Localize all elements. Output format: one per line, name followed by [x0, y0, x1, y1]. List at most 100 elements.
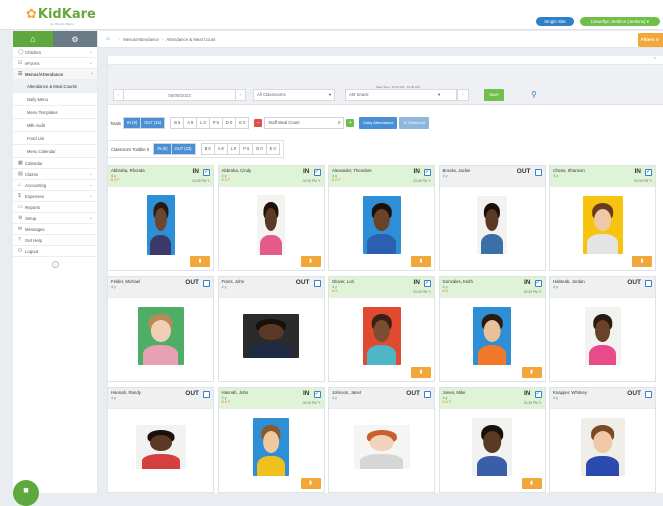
meal-count-button[interactable]: ▮ [411, 367, 431, 378]
home-breadcrumb-icon[interactable]: ⌂ [106, 36, 110, 42]
child-card[interactable]: Habteab, Jordan 4 y OUT [549, 276, 656, 382]
edit-pencil-icon[interactable]: ✎ [207, 179, 210, 183]
meal-code-button[interactable]: D 0 [223, 118, 237, 128]
home-button[interactable]: ⌂ [13, 31, 53, 47]
meal-code-button[interactable]: E 0 [267, 144, 279, 154]
attendance-checkbox[interactable]: ✓ [424, 280, 431, 287]
attendance-checkbox[interactable]: ✓ [424, 169, 431, 176]
meal-code-button[interactable]: L 0 [197, 118, 210, 128]
sidebar-subitem-milk-audit[interactable]: Milk Audit [13, 119, 97, 132]
attendance-checkbox[interactable]: ✓ [534, 391, 542, 398]
date-value[interactable]: 06/08/2023 [124, 93, 235, 98]
meal-count-button[interactable]: ▮ [521, 478, 542, 489]
collapse-sidebar-icon[interactable]: ‹ [51, 261, 59, 268]
single-site-button[interactable]: Single Site [536, 17, 574, 26]
sidebar-subitem-food-list[interactable]: Food List [13, 132, 97, 145]
edit-pencil-icon[interactable]: ✎ [318, 401, 321, 405]
child-card[interactable]: Brooks, Jackie 4 y OUT [438, 165, 546, 271]
attendance-checkbox[interactable] [645, 391, 652, 398]
sidebar-item-messages[interactable]: ✉ Messages [13, 224, 97, 235]
attendance-checkbox[interactable]: ✓ [645, 169, 652, 176]
classroom-select[interactable]: All Classrooms ▾ [253, 89, 335, 101]
settings-button[interactable]: ⚙ [53, 31, 97, 47]
meal-code-button[interactable]: L 0 [228, 144, 241, 154]
child-card[interactable]: Glover, Lori 4 yB A IN ✓ 03:35 PM ✎ ▮ [328, 276, 435, 382]
date-picker[interactable]: ‹ 06/08/2023 › [113, 89, 246, 101]
totals-out-button[interactable]: OUT (15) [141, 118, 165, 128]
plus-button[interactable]: + [346, 119, 355, 127]
next-meal-icon[interactable]: › [457, 89, 469, 101]
breadcrumb-item-menus[interactable]: Menus/Attendance [123, 37, 159, 42]
edit-pencil-icon[interactable]: ✎ [539, 401, 542, 405]
child-card[interactable]: Felder, Michael 4 y OUT [107, 276, 214, 382]
sidebar-item-expenses[interactable]: $ Expenses ⌄ [13, 191, 97, 202]
meal-code-button[interactable]: E 0 [236, 118, 248, 128]
sidebar-item-children[interactable]: ◯ Children ⌄ [13, 47, 97, 58]
minus-button[interactable]: − [254, 119, 263, 127]
user-menu-button[interactable]: Llewellyn Jenkins (Jenkins) ▾ [580, 17, 660, 26]
prev-date-icon[interactable]: ‹ [114, 90, 124, 100]
edit-pencil-icon[interactable]: ✎ [539, 290, 542, 294]
edit-pencil-icon[interactable]: ✎ [428, 290, 431, 294]
child-card[interactable]: Abbraha, Rhonda 4 yB A P IN ✓ 03:35 PM ✎ ▮ [107, 165, 214, 271]
sidebar-subitem-menu-templates[interactable]: Menu Templates [13, 106, 97, 119]
sidebar-item-claims[interactable]: ▤ Claims ⌄ [13, 169, 97, 180]
meal-code-button[interactable]: P 6 [210, 118, 223, 128]
daily-attendance-button[interactable]: Daily Attendance [359, 117, 398, 129]
sidebar-subitem-daily-menu[interactable]: Daily Menu [13, 93, 97, 106]
sidebar-item-calendar[interactable]: ▦ Calendar [13, 158, 97, 169]
meal-code-button[interactable]: B 5 [171, 118, 185, 128]
attendance-checkbox[interactable]: ✓ [203, 169, 210, 176]
meal-count-button[interactable]: ▮ [521, 367, 542, 378]
child-card[interactable]: Alexander, Theodore 4 yB A P IN ✓ 03:35 PM ✎… [328, 165, 435, 271]
meal-count-button[interactable]: ▮ [190, 256, 210, 267]
child-card[interactable]: Chess, Shannon 4 y IN ✓ 03:35 PM ✎ ▮ [549, 165, 656, 271]
child-card[interactable]: Hannah, John 4 yB A P IN ✓ 03:35 PM ✎ ▮ [217, 387, 325, 493]
meal-code-button[interactable]: D 0 [253, 144, 267, 154]
classroom-out-button[interactable]: OUT (23) [171, 144, 195, 154]
search-icon[interactable]: ⚲ [531, 90, 537, 99]
staff-meal-count-field[interactable]: Staff Meal Count 0 [264, 117, 345, 129]
attendance-checkbox[interactable]: ✓ [313, 391, 321, 398]
attendance-checkbox[interactable] [424, 391, 431, 398]
sidebar-item-accounting[interactable]: ⌂ Accounting ⌄ [13, 180, 97, 191]
meal-code-button[interactable]: P 6 [240, 144, 254, 154]
totals-in-button[interactable]: IN (8) [123, 118, 142, 128]
edit-pencil-icon[interactable]: ✎ [428, 179, 431, 183]
attendance-checkbox[interactable] [203, 280, 210, 287]
sidebar-item-menus-attendance[interactable]: ☰ Menus/Attendance › [13, 69, 97, 80]
meal-select[interactable]: AM Snack ▾ [345, 89, 457, 101]
attendance-checkbox[interactable] [313, 280, 321, 287]
meal-count-button[interactable]: ▮ [411, 256, 431, 267]
meal-code-button[interactable]: A 8 [184, 118, 198, 128]
meal-count-button[interactable]: ▮ [300, 478, 321, 489]
edit-pencil-icon[interactable]: ✎ [649, 179, 652, 183]
kidkare-logo[interactable]: ✿ KidKare by Minute Menu [26, 7, 96, 26]
child-card[interactable]: Gonzales, Keith 4 yB A IN ✓ 03:35 PM ✎ ▮ [438, 276, 546, 382]
child-card[interactable]: Johnson, Janet 4 y OUT [328, 387, 435, 493]
edit-pencil-icon[interactable]: ✎ [318, 179, 321, 183]
select-all-button[interactable]: ☑ Select All [399, 117, 429, 129]
attendance-checkbox[interactable] [645, 280, 652, 287]
child-card[interactable]: Jones, Mike 4 yB A P IN ✓ 03:35 PM ✎ ▮ [438, 387, 546, 493]
save-button[interactable]: Save [484, 89, 504, 101]
sidebar-item-logout[interactable]: ⏻ Logout [13, 246, 97, 257]
attendance-checkbox[interactable]: ✓ [313, 169, 321, 176]
child-card[interactable]: Knapper, Whitney 4 y OUT [549, 387, 656, 493]
meal-code-button[interactable]: B 5 [202, 144, 215, 154]
attendance-checkbox[interactable] [534, 169, 542, 176]
filters-button[interactable]: Filters ∨ [638, 33, 663, 47]
attendance-checkbox[interactable]: ✓ [534, 280, 542, 287]
meal-code-button[interactable]: A 8 [215, 144, 228, 154]
sidebar-subitem-menu-calendar[interactable]: Menu Calendar [13, 145, 97, 158]
sidebar-subitem-attendance-meal-counts[interactable]: Attendance & Meal Counts [13, 80, 97, 93]
classroom-in-button[interactable]: IN (8) [154, 144, 172, 154]
sidebar-item-setup[interactable]: ⚙ Setup ⌄ [13, 213, 97, 224]
child-card[interactable]: Frans, John 4 y OUT [217, 276, 325, 382]
sidebar-item-get-help[interactable]: ? Get Help [13, 235, 97, 246]
child-card[interactable]: Abbraha, Cindy 4 yB A P IN ✓ 03:35 PM ✎ ▮ [217, 165, 325, 271]
meal-count-button[interactable]: ▮ [632, 256, 652, 267]
sidebar-item-eforms[interactable]: ☑ eForms ⌄ [13, 58, 97, 69]
sidebar-item-reports[interactable]: ▭ Reports [13, 202, 97, 213]
chevron-up-icon[interactable]: ⌃ [653, 57, 657, 63]
